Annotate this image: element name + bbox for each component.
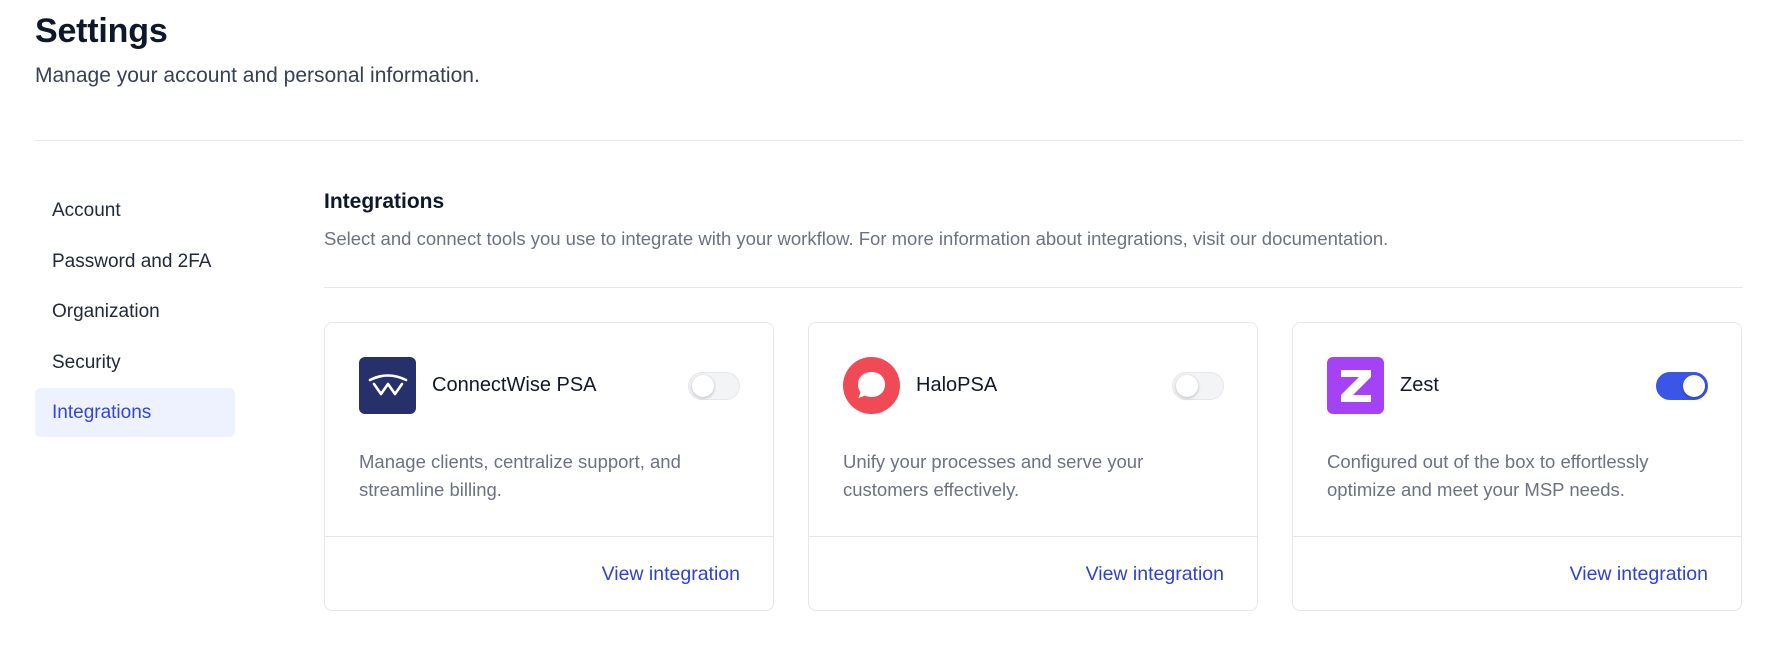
card-divider bbox=[325, 536, 773, 537]
integration-name: Zest bbox=[1400, 374, 1439, 396]
section-description: Select and connect tools you use to inte… bbox=[324, 228, 1389, 249]
sidebar-item-account[interactable]: Account bbox=[35, 186, 235, 235]
section-divider bbox=[324, 287, 1743, 288]
integration-card-halopsa: HaloPSA Unify your processes and serve y… bbox=[808, 322, 1258, 611]
sidebar-item-security[interactable]: Security bbox=[35, 338, 235, 387]
integration-description: Configured out of the box to effortlessl… bbox=[1327, 451, 1649, 500]
integration-name: ConnectWise PSA bbox=[432, 374, 597, 396]
top-divider bbox=[35, 140, 1743, 141]
integration-description: Manage clients, centralize support, and … bbox=[359, 451, 681, 500]
zest-logo-icon bbox=[1327, 357, 1384, 414]
sidebar-item-organization[interactable]: Organization bbox=[35, 287, 235, 336]
halopsa-toggle[interactable] bbox=[1172, 372, 1224, 400]
toggle-knob bbox=[1683, 375, 1705, 397]
sidebar-item-password-2fa[interactable]: Password and 2FA bbox=[35, 237, 235, 286]
integration-description: Unify your processes and serve your cust… bbox=[843, 451, 1144, 500]
settings-sidebar: Account Password and 2FA Organization Se… bbox=[35, 186, 235, 439]
connectwise-logo-icon bbox=[359, 357, 416, 414]
sidebar-item-integrations[interactable]: Integrations bbox=[35, 388, 235, 437]
view-integration-link[interactable]: View integration bbox=[1570, 563, 1708, 586]
connectwise-toggle[interactable] bbox=[688, 372, 740, 400]
toggle-knob bbox=[692, 375, 714, 397]
integration-card-connectwise: ConnectWise PSA Manage clients, centrali… bbox=[324, 322, 774, 611]
section-title: Integrations bbox=[324, 190, 445, 213]
view-integration-link[interactable]: View integration bbox=[1086, 563, 1224, 586]
integration-card-zest: Zest Configured out of the box to effort… bbox=[1292, 322, 1742, 611]
zest-toggle[interactable] bbox=[1656, 372, 1708, 400]
page-subtitle: Manage your account and personal informa… bbox=[35, 64, 480, 87]
integration-cards: ConnectWise PSA Manage clients, centrali… bbox=[324, 322, 1742, 611]
view-integration-link[interactable]: View integration bbox=[602, 563, 740, 586]
page-title: Settings bbox=[35, 12, 168, 50]
toggle-knob bbox=[1176, 375, 1198, 397]
card-divider bbox=[809, 536, 1257, 537]
integration-name: HaloPSA bbox=[916, 374, 998, 396]
halopsa-logo-icon bbox=[843, 357, 900, 414]
card-divider bbox=[1293, 536, 1741, 537]
